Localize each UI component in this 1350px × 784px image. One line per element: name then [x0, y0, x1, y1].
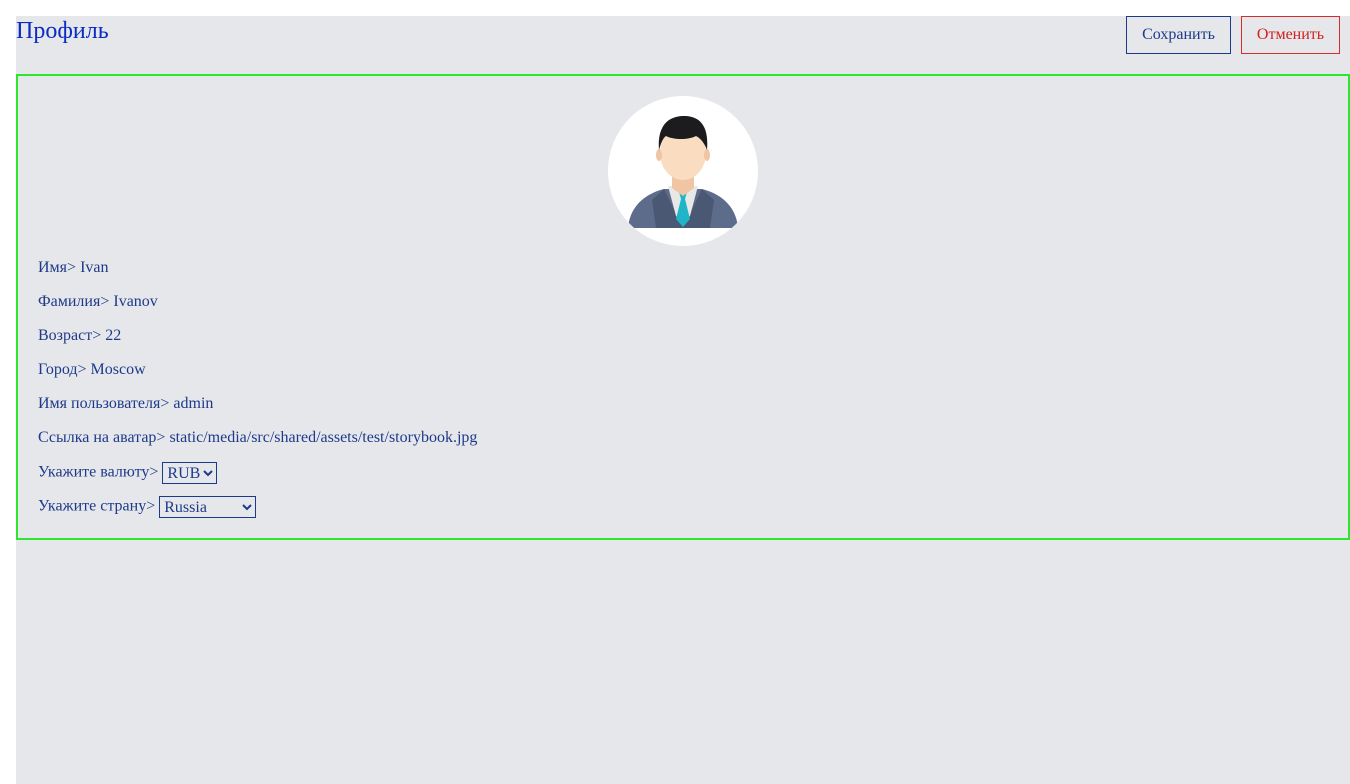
- last-name-label: Фамилия>: [38, 293, 110, 310]
- country-label: Укажите страну>: [38, 497, 156, 515]
- currency-label: Укажите валюту>: [38, 463, 159, 481]
- save-button[interactable]: Сохранить: [1126, 16, 1231, 54]
- last-name-value[interactable]: Ivanov: [113, 293, 157, 310]
- city-value[interactable]: Moscow: [91, 361, 146, 378]
- currency-row: Укажите валюту> RUB: [38, 462, 218, 484]
- user-avatar-icon: [608, 96, 758, 246]
- profile-card: Имя> Ivan Фамилия> Ivanov Возраст> 22 Го…: [16, 74, 1350, 540]
- avatar: [608, 96, 758, 246]
- profile-page: Профиль Сохранить Отменить Имя> Ivan Фам…: [16, 16, 1350, 784]
- city-label: Город>: [38, 361, 87, 378]
- age-label: Возраст>: [38, 327, 102, 344]
- username-row: Имя пользователя> admin: [38, 394, 213, 414]
- username-value[interactable]: admin: [173, 395, 213, 412]
- page-title: Профиль: [16, 18, 109, 44]
- last-name-row: Фамилия> Ivanov: [38, 292, 158, 312]
- country-select[interactable]: Russia: [159, 496, 257, 518]
- avatar-link-value[interactable]: static/media/src/shared/assets/test/stor…: [169, 429, 477, 446]
- avatar-link-row: Ссылка на аватар> static/media/src/share…: [38, 428, 477, 448]
- country-row: Укажите страну> Russia: [38, 496, 257, 518]
- first-name-row: Имя> Ivan: [38, 258, 109, 278]
- currency-select[interactable]: RUB: [162, 462, 218, 484]
- avatar-link-label: Ссылка на аватар>: [38, 429, 166, 446]
- first-name-value[interactable]: Ivan: [80, 259, 108, 276]
- username-label: Имя пользователя>: [38, 395, 170, 412]
- age-value[interactable]: 22: [105, 327, 121, 344]
- first-name-label: Имя>: [38, 259, 77, 276]
- city-row: Город> Moscow: [38, 360, 146, 380]
- cancel-button[interactable]: Отменить: [1241, 16, 1340, 54]
- age-row: Возраст> 22: [38, 326, 121, 346]
